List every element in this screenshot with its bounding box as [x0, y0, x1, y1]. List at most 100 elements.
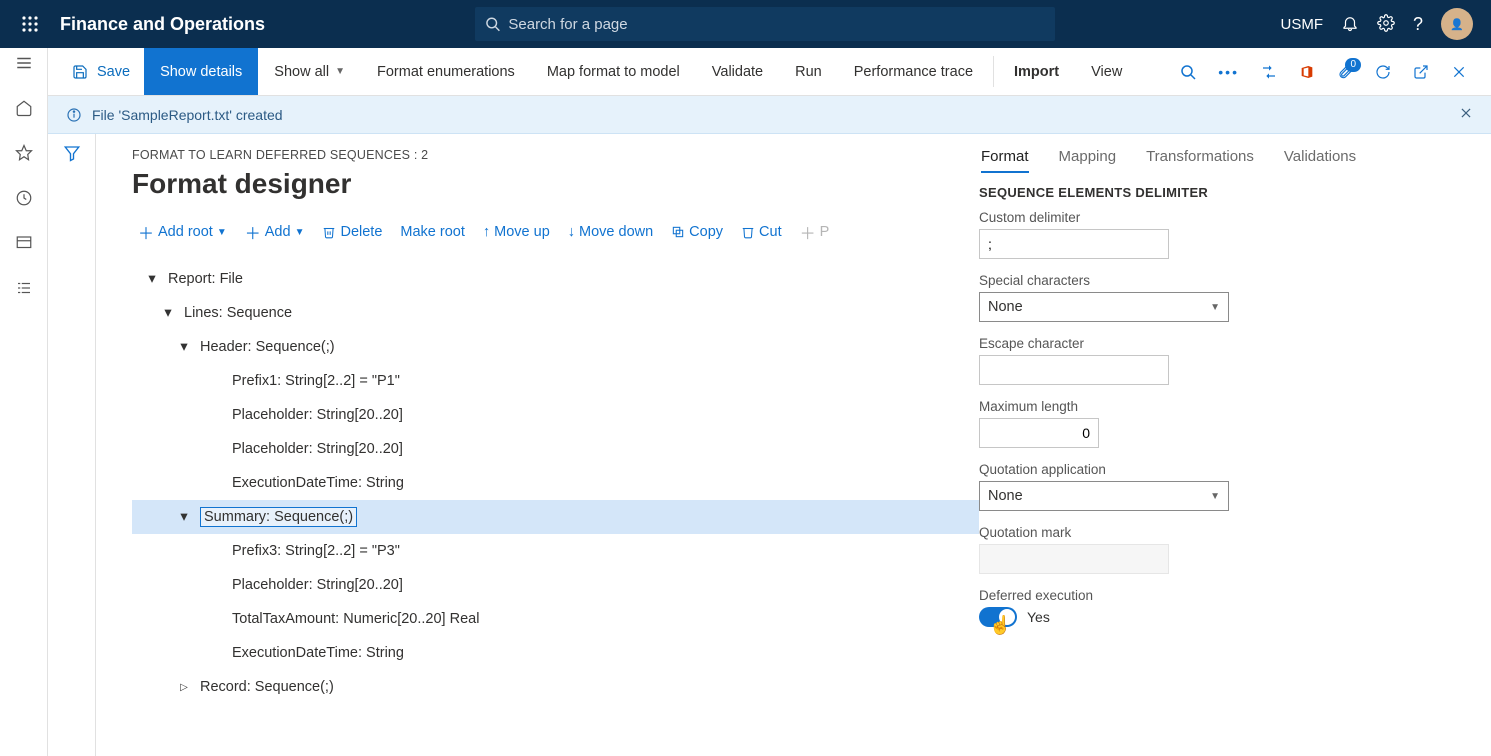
filter-icon[interactable] — [63, 144, 81, 756]
tree-node[interactable]: Prefix1: String[2..2] = "P1" — [132, 364, 979, 398]
bell-icon[interactable] — [1341, 14, 1359, 35]
hamburger-icon[interactable] — [15, 54, 33, 75]
save-button[interactable]: Save — [48, 48, 144, 95]
tree-node[interactable]: ExecutionDateTime: String — [132, 636, 979, 670]
refresh-icon[interactable] — [1375, 64, 1391, 80]
tab-mapping[interactable]: Mapping — [1059, 142, 1117, 173]
move-up-label: Move up — [494, 224, 550, 240]
special-characters-value: None — [988, 299, 1023, 315]
search-input[interactable] — [508, 16, 1045, 33]
tree-node[interactable]: ▾Lines: Sequence — [132, 296, 979, 330]
move-down-button[interactable]: ↓Move down — [568, 224, 653, 240]
format-enum-label: Format enumerations — [377, 64, 515, 80]
move-up-button[interactable]: ↑Move up — [483, 224, 550, 240]
import-button[interactable]: Import — [998, 48, 1075, 95]
make-root-button[interactable]: Make root — [400, 224, 464, 240]
more-icon[interactable]: ••• — [1218, 64, 1239, 80]
show-all-label: Show all — [274, 64, 329, 80]
add-button[interactable]: ＋Add▼ — [245, 220, 305, 244]
chevron-down-icon: ▼ — [1210, 302, 1220, 313]
add-label: Add — [265, 224, 291, 240]
custom-delimiter-input[interactable] — [979, 229, 1169, 259]
details-tabs: Format Mapping Transformations Validatio… — [979, 142, 1445, 173]
delete-button[interactable]: Delete — [322, 224, 382, 240]
cut-button[interactable]: Cut — [741, 224, 782, 240]
arrow-down-icon: ↓ — [568, 224, 575, 240]
validate-label: Validate — [712, 64, 763, 80]
map-format-label: Map format to model — [547, 64, 680, 80]
tree-label: Header: Sequence(;) — [200, 339, 335, 355]
tree-node[interactable]: Placeholder: String[20..20] — [132, 398, 979, 432]
tree-node[interactable]: ▾Report: File — [132, 262, 979, 296]
plus-icon: ＋ — [800, 220, 816, 244]
tree-node-selected[interactable]: ▾Summary: Sequence(;) — [132, 500, 979, 534]
attachments-icon[interactable]: 0 — [1337, 64, 1353, 80]
make-root-label: Make root — [400, 224, 464, 240]
custom-delimiter-label: Custom delimiter — [979, 210, 1445, 225]
avatar[interactable]: 👤 — [1441, 8, 1473, 40]
home-icon[interactable] — [15, 99, 33, 120]
quotation-mark-label: Quotation mark — [979, 525, 1445, 540]
chevron-down-icon: ▼ — [335, 66, 345, 77]
tab-validations[interactable]: Validations — [1284, 142, 1356, 173]
copy-icon — [671, 225, 685, 239]
caret-icon[interactable]: ▾ — [146, 271, 158, 287]
plus-icon: ＋ — [138, 220, 154, 244]
star-icon[interactable] — [15, 144, 33, 165]
tree-node[interactable]: ExecutionDateTime: String — [132, 466, 979, 500]
tree-node[interactable]: ▷ Record: Sequence(;) — [132, 670, 979, 704]
close-icon[interactable] — [1451, 64, 1467, 80]
gear-icon[interactable] — [1377, 14, 1395, 35]
app-launcher-icon[interactable] — [12, 16, 48, 32]
tree-label: ExecutionDateTime: String — [232, 475, 404, 491]
link-icon[interactable] — [1261, 64, 1277, 80]
tree-node[interactable]: Placeholder: String[20..20] — [132, 432, 979, 466]
modules-icon[interactable] — [15, 279, 33, 300]
tree-node[interactable]: Prefix3: String[2..2] = "P3" — [132, 534, 979, 568]
tab-transformations[interactable]: Transformations — [1146, 142, 1254, 173]
tree-node[interactable]: Placeholder: String[20..20] — [132, 568, 979, 602]
office-icon[interactable] — [1299, 64, 1315, 80]
tab-format[interactable]: Format — [981, 142, 1029, 173]
format-enumerations-button[interactable]: Format enumerations — [361, 48, 531, 95]
quotation-app-select[interactable]: None▼ — [979, 481, 1229, 511]
tree-node[interactable]: ▾ Header: Sequence(;) — [132, 330, 979, 364]
escape-char-input[interactable] — [979, 355, 1169, 385]
tree-node[interactable]: TotalTaxAmount: Numeric[20..20] Real — [132, 602, 979, 636]
add-root-button[interactable]: ＋Add root▼ — [138, 220, 227, 244]
caret-icon[interactable]: ▾ — [162, 305, 174, 321]
copy-button[interactable]: Copy — [671, 224, 723, 240]
show-all-button[interactable]: Show all ▼ — [258, 48, 361, 95]
message-close-icon[interactable] — [1459, 106, 1473, 123]
filter-column — [48, 134, 96, 756]
app-title: Finance and Operations — [60, 14, 265, 35]
search-icon — [485, 16, 500, 32]
special-characters-select[interactable]: None ▼ — [979, 292, 1229, 322]
trash-icon — [741, 225, 755, 239]
tree-label: Placeholder: String[20..20] — [232, 407, 403, 423]
caret-icon[interactable]: ▾ — [178, 509, 190, 525]
plus-icon: ＋ — [245, 220, 261, 244]
section-title: SEQUENCE ELEMENTS DELIMITER — [979, 185, 1445, 200]
map-format-button[interactable]: Map format to model — [531, 48, 696, 95]
company-indicator[interactable]: USMF — [1280, 16, 1323, 33]
caret-icon[interactable]: ▷ — [178, 682, 190, 693]
action-bar: Save Show details Show all ▼ Format enume… — [48, 48, 1491, 96]
deferred-execution-label: Deferred execution — [979, 588, 1445, 603]
popout-icon[interactable] — [1413, 64, 1429, 80]
show-details-button[interactable]: Show details — [144, 48, 258, 95]
run-button[interactable]: Run — [779, 48, 838, 95]
help-icon[interactable]: ? — [1413, 14, 1423, 35]
workspace-icon[interactable] — [15, 234, 33, 255]
tree-label: Record: Sequence(;) — [200, 679, 334, 695]
tree-label: Placeholder: String[20..20] — [232, 577, 403, 593]
validate-button[interactable]: Validate — [696, 48, 779, 95]
max-length-input[interactable] — [979, 418, 1099, 448]
search-box[interactable] — [475, 7, 1055, 41]
caret-icon[interactable]: ▾ — [178, 339, 190, 355]
performance-trace-button[interactable]: Performance trace — [838, 48, 989, 95]
view-button[interactable]: View — [1075, 48, 1138, 95]
recent-icon[interactable] — [15, 189, 33, 210]
find-icon[interactable] — [1180, 64, 1196, 80]
top-bar: Finance and Operations USMF ? 👤 — [0, 0, 1491, 48]
